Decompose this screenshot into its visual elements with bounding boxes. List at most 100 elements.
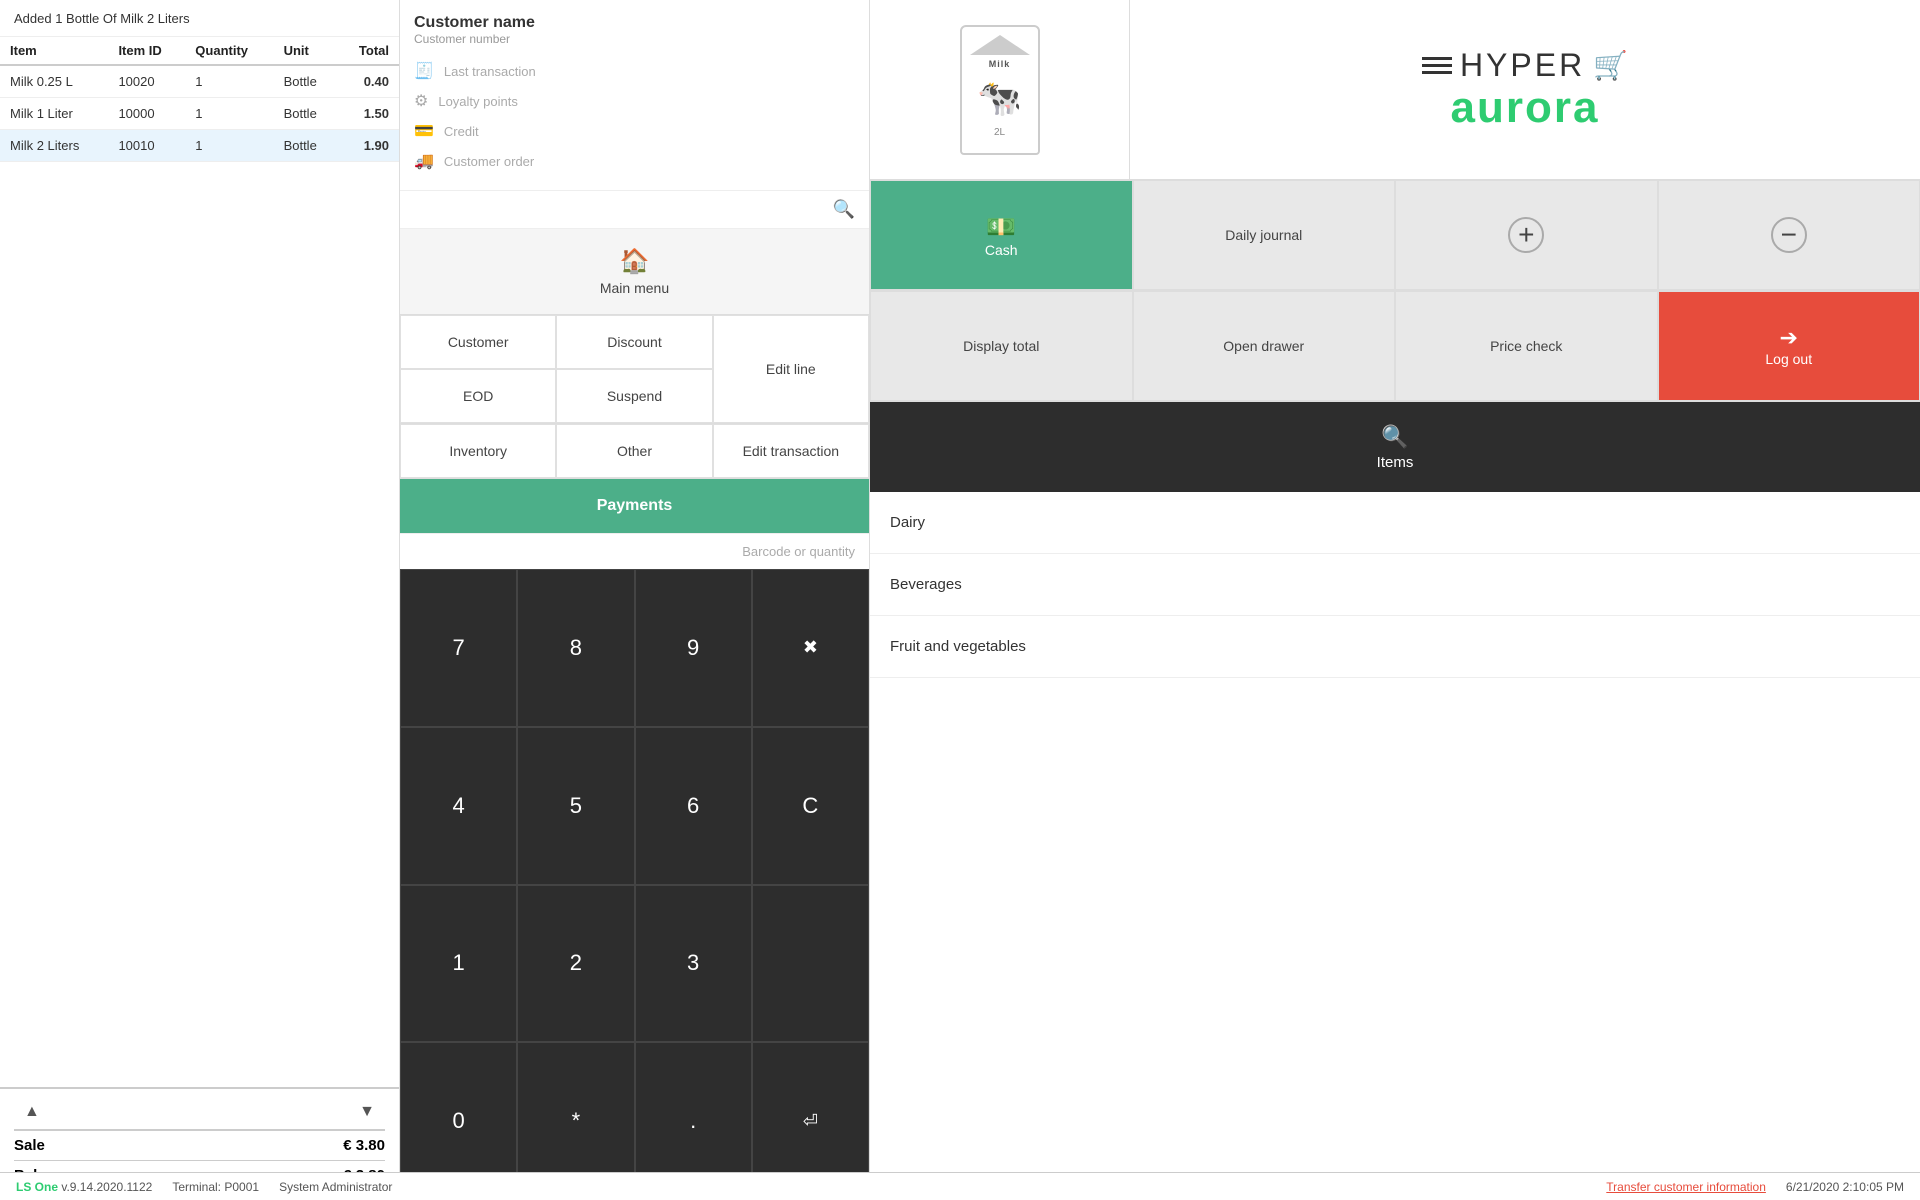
right-top: Milk 🐄 2L HYPER [870, 0, 1920, 180]
cell-unit: Bottle [274, 130, 339, 162]
price-check-button-2[interactable]: Price check [1395, 291, 1658, 401]
cell-total: 1.90 [338, 130, 399, 162]
user-info: System Administrator [279, 1180, 392, 1194]
middle-panel: Customer name Customer number 🧾Last tran… [400, 0, 870, 1200]
price-check-label-2: Price check [1490, 338, 1562, 354]
display-total-button[interactable]: Display total [870, 291, 1133, 401]
cell-item: Milk 2 Liters [0, 130, 108, 162]
cell-item: Milk 1 Liter [0, 98, 108, 130]
sale-row: Sale € 3.80 [14, 1131, 385, 1160]
cash-label: Cash [985, 242, 1018, 258]
customer-search-icon[interactable]: 🔍 [833, 199, 855, 220]
other-button[interactable]: Other [556, 424, 712, 478]
barcode-placeholder: Barcode or quantity [742, 544, 855, 559]
numpad-key-9[interactable]: 9 [635, 569, 752, 727]
eod-button[interactable]: EOD [400, 369, 556, 423]
terminal-info: Terminal: P0001 [172, 1180, 259, 1194]
daily-journal-button[interactable]: Daily journal [1133, 180, 1396, 290]
menu-icon: 🧾 [414, 61, 434, 81]
menu-item-label: Customer order [444, 154, 534, 169]
col-item-id: Item ID [108, 37, 185, 65]
logo-lines [1422, 57, 1452, 74]
main-menu-button[interactable]: 🏠 Main menu [400, 229, 869, 315]
table-row[interactable]: Milk 2 Liters 10010 1 Bottle 1.90 [0, 130, 399, 162]
cow-icon: 🐄 [977, 77, 1022, 119]
menu-item-label: Loyalty points [438, 94, 518, 109]
logo-area: HYPER 🛒 aurora [1130, 0, 1920, 179]
table-row[interactable]: Milk 0.25 L 10020 1 Bottle 0.40 [0, 65, 399, 98]
receipt-table: Item Item ID Quantity Unit Total Milk 0.… [0, 37, 399, 1087]
terminal-label: Terminal: [172, 1180, 221, 1194]
milk-carton-image: Milk 🐄 2L [960, 25, 1040, 155]
brand-logo: HYPER 🛒 aurora [1422, 47, 1628, 132]
numpad-key-8[interactable]: 8 [517, 569, 634, 727]
inventory-button[interactable]: Inventory [400, 424, 556, 478]
numpad-empty [752, 885, 869, 1043]
sale-amount: € 3.80 [343, 1137, 385, 1154]
payments-button[interactable]: Payments [400, 479, 869, 533]
status-left: LS One v.9.14.2020.1122 Terminal: P0001 … [16, 1180, 392, 1194]
customer-menu-item[interactable]: ⚙ Loyalty points [414, 86, 855, 116]
cash-icon: 💵 [986, 213, 1016, 242]
logo-line-1 [1422, 57, 1452, 60]
terminal-id: P0001 [224, 1180, 259, 1194]
edit-transaction-button[interactable]: Edit transaction [713, 424, 869, 478]
numpad-key-5[interactable]: 5 [517, 727, 634, 885]
receipt-panel: Added 1 Bottle Of Milk 2 Liters Item Ite… [0, 0, 400, 1200]
numpad-key-2[interactable]: 2 [517, 885, 634, 1043]
col-total: Total [338, 37, 399, 65]
customer-button[interactable]: Customer [400, 315, 556, 369]
menu-item-label: Credit [444, 124, 479, 139]
app-container: Added 1 Bottle Of Milk 2 Liters Item Ite… [0, 0, 1920, 1200]
numpad-key-1[interactable]: 1 [400, 885, 517, 1043]
cell-id: 10010 [108, 130, 185, 162]
menu-icon: 🚚 [414, 151, 434, 171]
plus-button[interactable]: + [1395, 180, 1658, 290]
aurora-text: aurora [1451, 84, 1600, 132]
scroll-down-button[interactable]: ▼ [359, 1103, 375, 1121]
numpad-key-3[interactable]: 3 [635, 885, 752, 1043]
customer-number: Customer number [414, 32, 855, 46]
app-version: v.9.14.2020.1122 [61, 1180, 152, 1194]
customer-menu-item[interactable]: 🚚 Customer order [414, 146, 855, 176]
logout-icon: ➔ [1780, 325, 1798, 351]
status-right: Transfer customer information 6/21/2020 … [1606, 1180, 1904, 1194]
items-label: Items [1377, 454, 1414, 471]
discount-button[interactable]: Discount [556, 315, 712, 369]
category-item[interactable]: Beverages [870, 554, 1920, 616]
customer-menu-item[interactable]: 🧾Last transaction [414, 56, 855, 86]
numpad-key-special[interactable]: ✖ [752, 569, 869, 727]
customer-search-bar: 🔍 [400, 191, 869, 229]
items-button[interactable]: 🔍 Items [870, 402, 1920, 492]
log-out-button[interactable]: ➔Log out [1658, 291, 1920, 401]
numpad-key-4[interactable]: 4 [400, 727, 517, 885]
suspend-button[interactable]: Suspend [556, 369, 712, 423]
table-row[interactable]: Milk 1 Liter 10000 1 Bottle 1.50 [0, 98, 399, 130]
scroll-up-button[interactable]: ▲ [24, 1103, 40, 1121]
sale-label: Sale [14, 1137, 45, 1154]
customer-name: Customer name [414, 14, 855, 32]
menu-icon: ⚙ [414, 91, 428, 111]
col-quantity: Quantity [185, 37, 273, 65]
scroll-arrows: ▲ ▼ [14, 1099, 385, 1125]
basket-icon: 🛒 [1593, 49, 1628, 82]
edit-line-button[interactable]: Edit line [713, 315, 869, 423]
open-drawer-label: Open drawer [1223, 338, 1304, 354]
category-item[interactable]: Dairy [870, 492, 1920, 554]
minus-button[interactable]: − [1658, 180, 1920, 290]
open-drawer-button[interactable]: Open drawer [1133, 291, 1396, 401]
menu-icon: 💳 [414, 121, 434, 141]
cash-button[interactable]: 💵Cash [870, 180, 1133, 290]
numpad-key-7[interactable]: 7 [400, 569, 517, 727]
transfer-link[interactable]: Transfer customer information [1606, 1180, 1766, 1194]
numpad-key-6[interactable]: 6 [635, 727, 752, 885]
numpad-key-C[interactable]: C [752, 727, 869, 885]
category-item[interactable]: Fruit and vegetables [870, 616, 1920, 678]
daily-journal-label: Daily journal [1225, 227, 1302, 243]
action-grid: Customer Discount Edit line EOD Suspend [400, 315, 869, 424]
plus-icon: + [1508, 217, 1544, 253]
right-buttons-row1: 💵Cash Daily journal + − [870, 180, 1920, 291]
app-name: LS One v.9.14.2020.1122 [16, 1180, 152, 1194]
datetime: 6/21/2020 2:10:05 PM [1786, 1180, 1904, 1194]
customer-menu-item[interactable]: 💳 Credit [414, 116, 855, 146]
